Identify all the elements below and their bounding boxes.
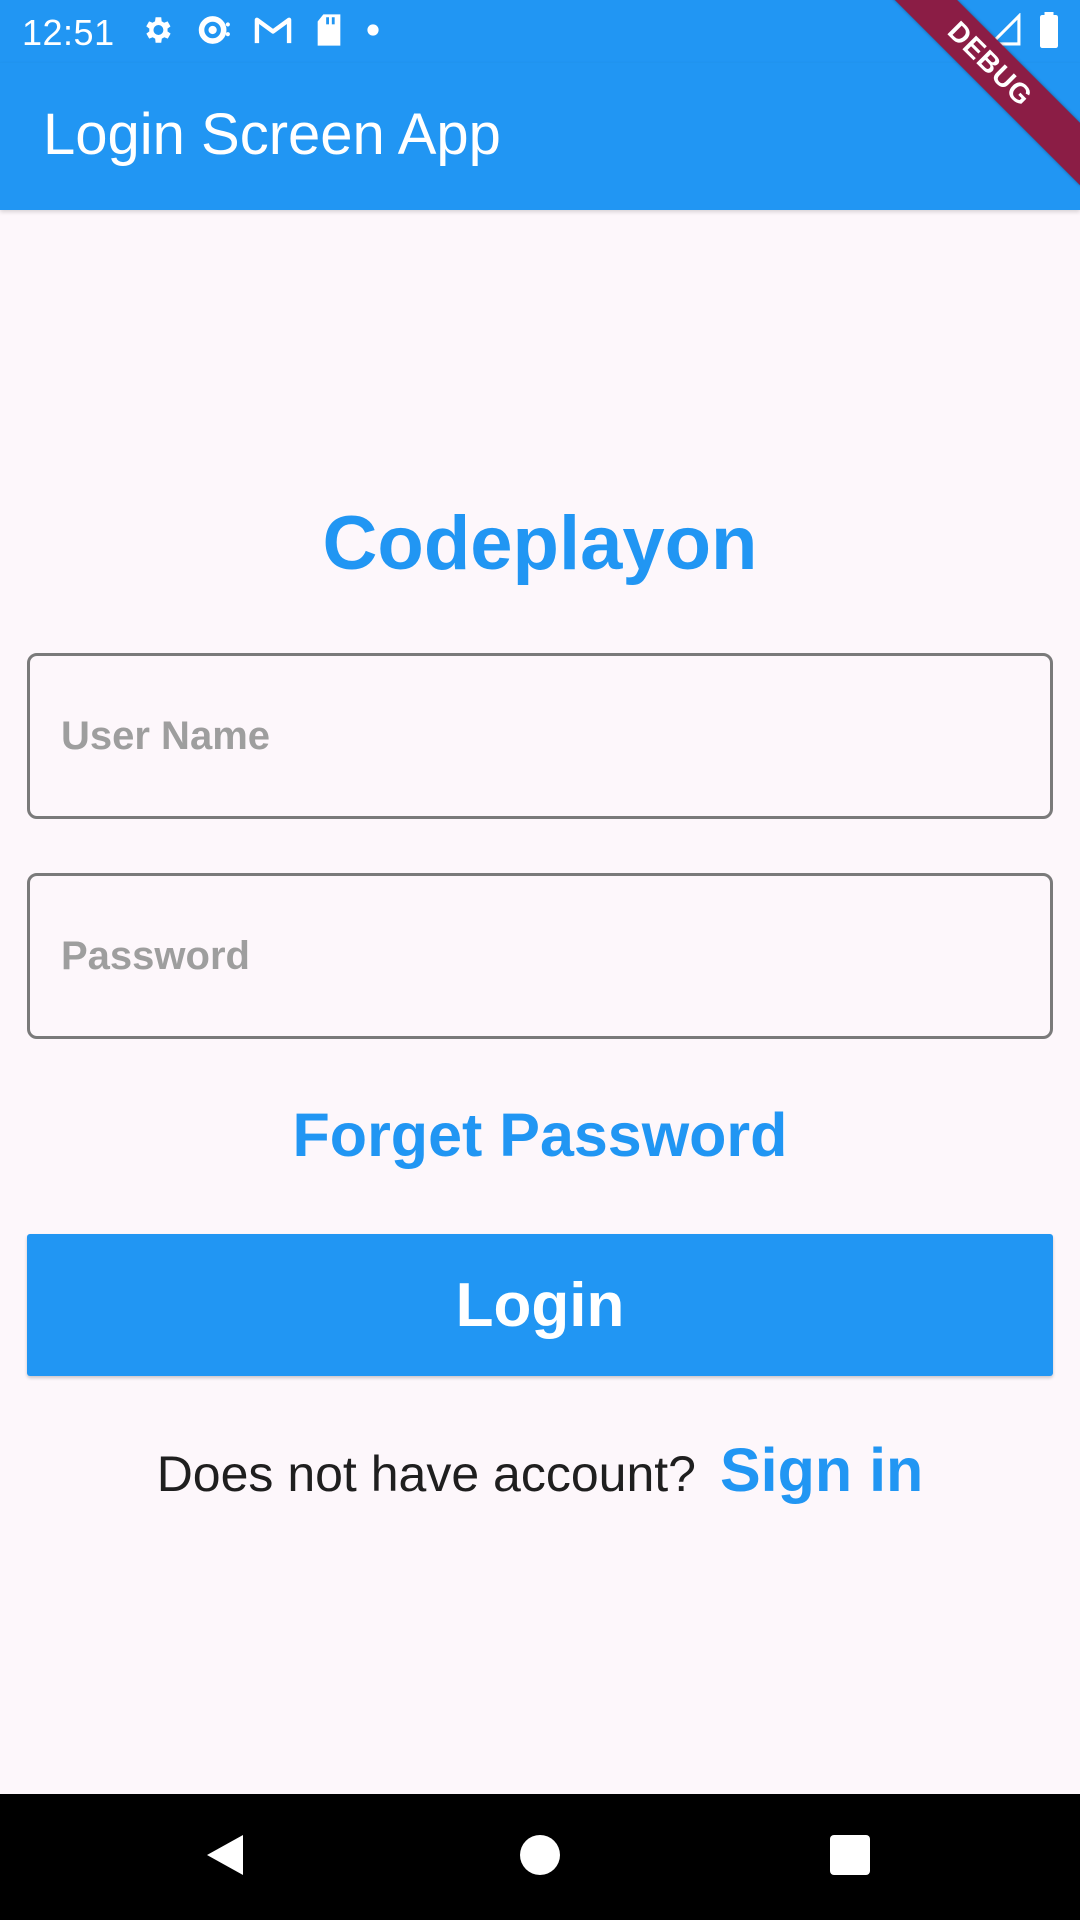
back-button[interactable] xyxy=(192,1824,258,1890)
sign-in-link[interactable]: Sign in xyxy=(720,1436,923,1504)
app-title: Login Screen App xyxy=(43,102,501,167)
username-input[interactable] xyxy=(30,656,1050,816)
app-bar: Login Screen App xyxy=(0,63,1080,210)
brand-title: Codeplayon xyxy=(322,501,758,586)
recents-icon xyxy=(830,1834,870,1880)
username-field[interactable] xyxy=(27,653,1053,819)
signup-row: Does not have account? Sign in xyxy=(0,1435,1080,1505)
password-input[interactable] xyxy=(30,876,1050,1036)
home-icon xyxy=(520,1834,560,1880)
battery-icon xyxy=(1038,11,1060,53)
gmail-icon xyxy=(254,15,292,50)
login-button[interactable]: Login xyxy=(27,1234,1053,1376)
status-time: 12:51 xyxy=(22,12,115,53)
signup-prompt: Does not have account? xyxy=(156,1446,696,1502)
back-icon xyxy=(203,1831,247,1884)
sd-card-icon xyxy=(314,13,344,52)
gear-icon xyxy=(140,13,174,52)
home-button[interactable] xyxy=(507,1824,573,1890)
password-field[interactable] xyxy=(27,873,1053,1039)
sync-icon xyxy=(196,13,232,52)
dot-icon xyxy=(366,23,380,42)
status-icons-left xyxy=(140,12,380,52)
forget-password-link[interactable]: Forget Password xyxy=(0,1100,1080,1170)
recents-button[interactable] xyxy=(817,1824,883,1890)
navigation-bar xyxy=(0,1794,1080,1920)
